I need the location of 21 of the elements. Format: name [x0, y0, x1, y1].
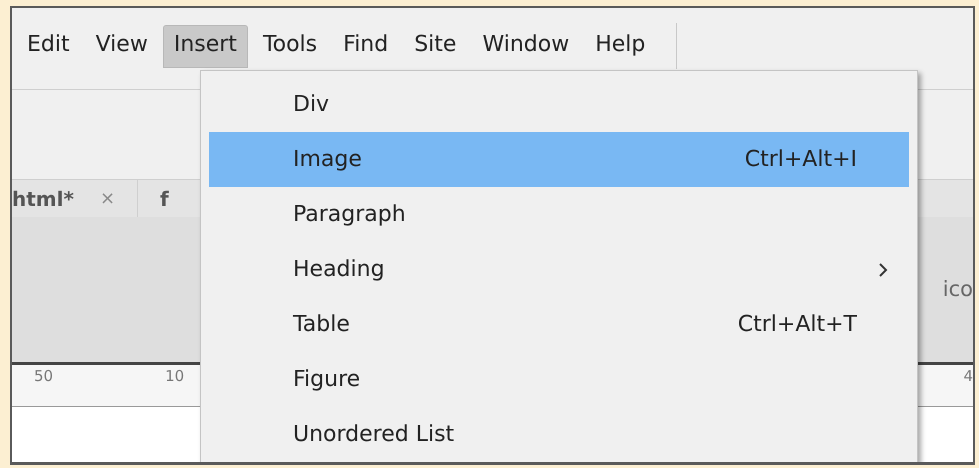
menu-item[interactable]: Table Ctrl+Alt+T [209, 297, 909, 352]
menu-item[interactable]: Heading [209, 242, 909, 297]
ruler-label: 50 [34, 366, 54, 387]
menu-item[interactable]: Window [471, 25, 580, 68]
ruler-label: 4 [963, 366, 973, 387]
menu-item[interactable]: Tools [252, 25, 328, 68]
menu-item[interactable]: Help [584, 25, 656, 68]
ruler-label: 10 [165, 366, 184, 387]
menu-item[interactable]: Edit [16, 25, 81, 68]
menu-item[interactable]: Figure [209, 352, 909, 407]
menu-item[interactable]: Image Ctrl+Alt+I [209, 132, 909, 187]
panel-label: ico [942, 276, 973, 303]
menu-item[interactable]: Div [209, 77, 909, 132]
menu-item[interactable]: Unordered List [209, 407, 909, 462]
menu-item[interactable]: Find [332, 25, 400, 68]
tab-label[interactable]: f [160, 186, 169, 210]
menu-item[interactable]: Insert [162, 25, 248, 68]
tab-label[interactable]: html* [12, 184, 74, 214]
menu-item[interactable]: View [84, 25, 159, 68]
menu-item[interactable]: Site [403, 25, 468, 68]
menu-item[interactable]: Paragraph [209, 187, 909, 242]
